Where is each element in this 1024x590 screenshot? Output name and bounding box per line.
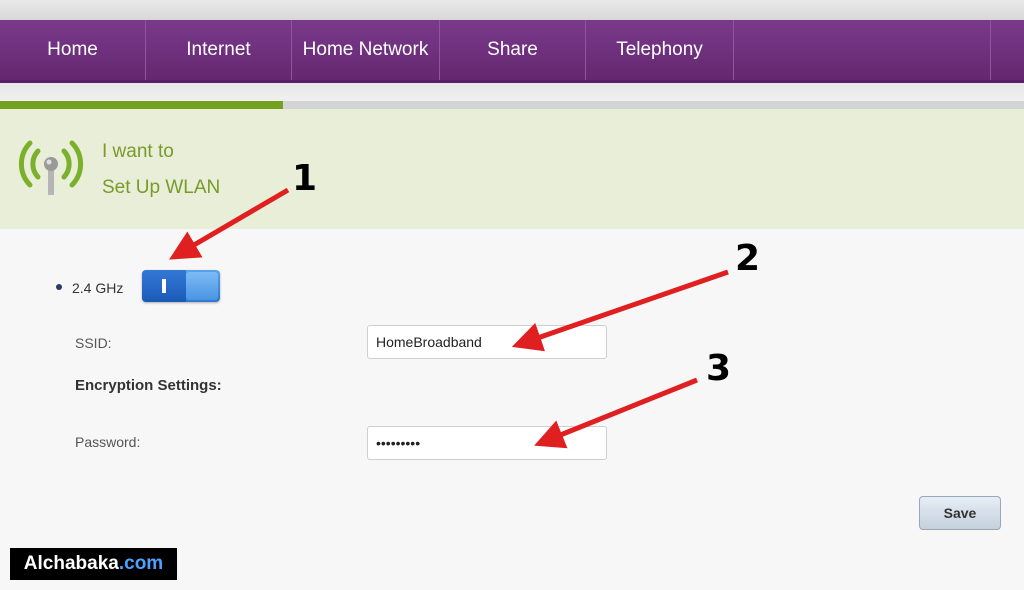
top-strip xyxy=(0,0,1024,20)
watermark-domain: .com xyxy=(118,553,164,574)
wizard-progress-bar xyxy=(0,101,1024,109)
password-label: Password: xyxy=(75,434,141,450)
encryption-heading: Encryption Settings: xyxy=(75,377,222,394)
band-label: 2.4 GHz xyxy=(72,280,124,296)
nav-home-network[interactable]: Home Network xyxy=(292,20,440,80)
wizard-progress-fill xyxy=(0,101,283,109)
wifi-antenna-icon xyxy=(18,140,84,195)
bullet-icon xyxy=(56,284,62,290)
band-toggle-switch[interactable] xyxy=(142,270,220,302)
nav-internet[interactable]: Internet xyxy=(146,20,292,80)
ssid-input[interactable] xyxy=(367,325,607,359)
nav-gap xyxy=(0,83,1024,101)
annotation-number-3: 3 xyxy=(706,348,732,389)
toggle-knob xyxy=(186,272,218,300)
nav-spacer xyxy=(734,20,991,80)
nav-end xyxy=(991,20,1024,80)
toggle-on-icon xyxy=(162,279,166,293)
toggle-on-segment xyxy=(142,270,186,302)
watermark-logo: Alchabaka .com xyxy=(10,548,177,580)
ssid-label: SSID: xyxy=(75,335,112,351)
banner-title-line2: Set Up WLAN xyxy=(102,177,221,198)
wizard-banner: I want to Set Up WLAN xyxy=(0,109,1024,229)
watermark-main: Alchabaka xyxy=(23,553,119,574)
annotation-number-1: 1 xyxy=(292,158,318,199)
banner-title-line1: I want to xyxy=(102,141,174,162)
annotation-number-2: 2 xyxy=(735,238,761,279)
password-input[interactable] xyxy=(367,426,607,460)
nav-home[interactable]: Home xyxy=(0,20,146,80)
save-button[interactable]: Save xyxy=(919,496,1001,530)
nav-telephony[interactable]: Telephony xyxy=(586,20,734,80)
nav-share[interactable]: Share xyxy=(440,20,586,80)
main-nav: Home Internet Home Network Share Telepho… xyxy=(0,20,1024,83)
